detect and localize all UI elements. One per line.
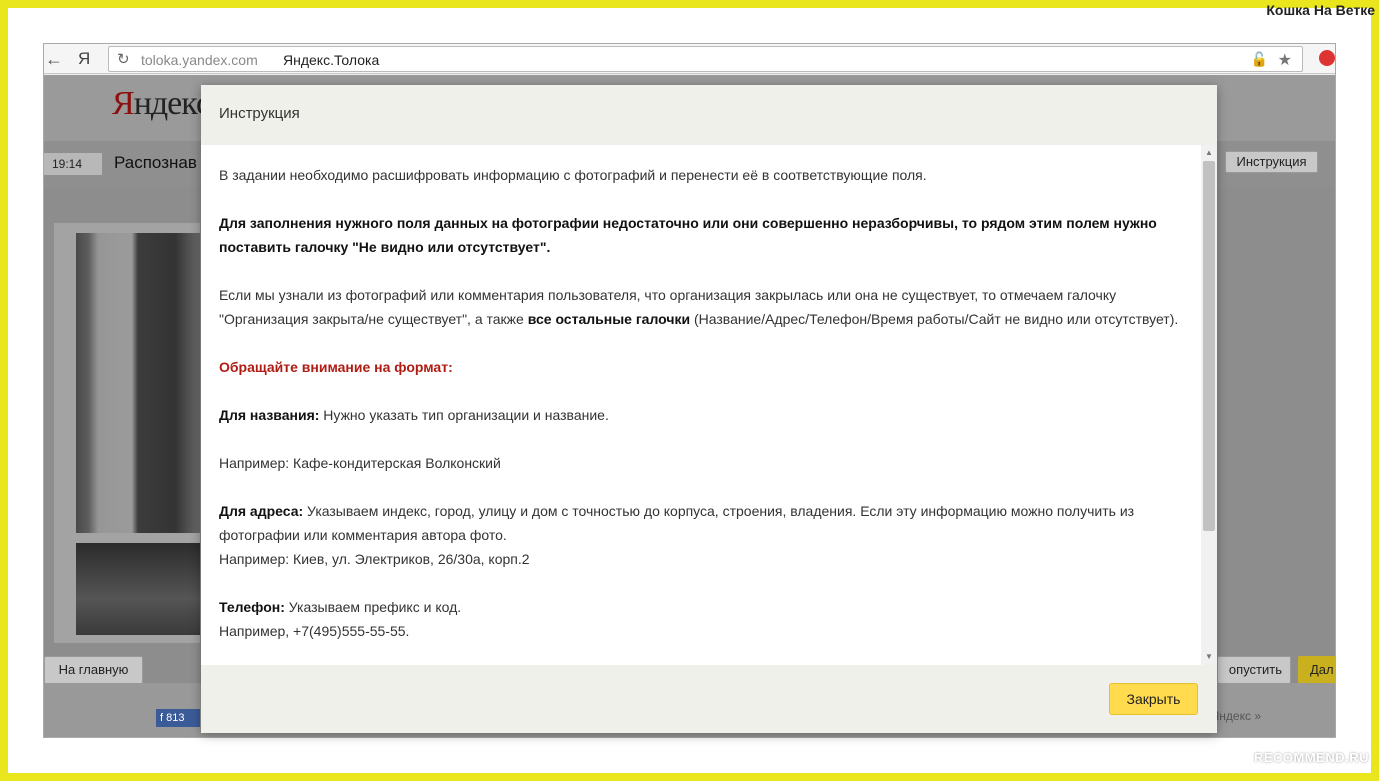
lock-icon[interactable]: 🔓: [1251, 51, 1268, 68]
url-host: toloka.yandex.com: [141, 52, 258, 68]
skip-button[interactable]: опустить: [1217, 656, 1291, 684]
name-format: Для названия: Нужно указать тип организа…: [219, 407, 609, 423]
page-title-in-bar: Яндекс.Толока: [283, 52, 380, 68]
recommend-watermark: RECOMMEND.RU: [1253, 750, 1369, 765]
modal-header: Инструкция: [201, 85, 1217, 145]
modal-scrollbar[interactable]: ▲ ▼: [1201, 145, 1217, 665]
format-heading: Обращайте внимание на формат:: [219, 359, 453, 375]
modal-title: Инструкция: [219, 105, 300, 122]
storefront-photo[interactable]: [76, 233, 200, 533]
intro-paragraph: В задании необходимо расшифровать информ…: [219, 167, 927, 183]
star-icon[interactable]: ★: [1278, 50, 1292, 70]
watermark-text: Кошка На Ветке: [1266, 2, 1375, 18]
next-button[interactable]: Дал: [1298, 656, 1335, 684]
home-button[interactable]: На главную: [44, 656, 143, 684]
address-bar[interactable]: ↻ toloka.yandex.com Яндекс.Толока 🔓 ★: [108, 46, 1303, 72]
name-example: Например: Кафе-кондитерская Волконский: [219, 455, 501, 471]
second-photo[interactable]: [76, 543, 200, 635]
reload-icon[interactable]: ↻: [117, 50, 130, 68]
task-timer: 19:14: [44, 153, 102, 175]
extension-icon[interactable]: [1319, 50, 1335, 66]
scroll-down-icon[interactable]: ▼: [1201, 651, 1217, 663]
task-title: Распознав: [114, 153, 197, 172]
facebook-share-button[interactable]: f 813: [156, 709, 200, 727]
address-format: Для адреса: Указываем индекс, город, ули…: [219, 503, 1135, 543]
instruction-text: В задании необходимо расшифровать информ…: [219, 163, 1184, 643]
instruction-button[interactable]: Инструкция: [1225, 151, 1318, 173]
scrollbar-thumb[interactable]: [1203, 161, 1215, 531]
instruction-modal: Инструкция В задании необходимо расшифро…: [201, 85, 1217, 733]
browser-toolbar: ← Я ↻ toloka.yandex.com Яндекс.Толока 🔓 …: [44, 44, 1335, 74]
yandex-footer-link[interactable]: Яндекс »: [1211, 709, 1261, 723]
back-arrow-icon[interactable]: ←: [44, 48, 64, 70]
photo-panel: [54, 223, 200, 643]
phone-format: Телефон: Указываем префикс и код.: [219, 599, 462, 615]
modal-body[interactable]: В задании необходимо расшифровать информ…: [201, 145, 1201, 665]
yandex-browser-icon[interactable]: Я: [78, 48, 90, 70]
close-button[interactable]: Закрыть: [1109, 683, 1198, 715]
address-example: Например: Киев, ул. Электриков, 26/30а, …: [219, 551, 530, 567]
hidden-field-rule: Для заполнения нужного поля данных на фо…: [219, 215, 1157, 255]
phone-example: Например, +7(495)555-55-55.: [219, 623, 410, 639]
yandex-logo[interactable]: Яндекс: [112, 85, 211, 123]
scroll-up-icon[interactable]: ▲: [1201, 147, 1217, 159]
closed-org-rule: Если мы узнали из фотографий или коммент…: [219, 287, 1179, 327]
modal-footer: Закрыть: [201, 665, 1217, 733]
